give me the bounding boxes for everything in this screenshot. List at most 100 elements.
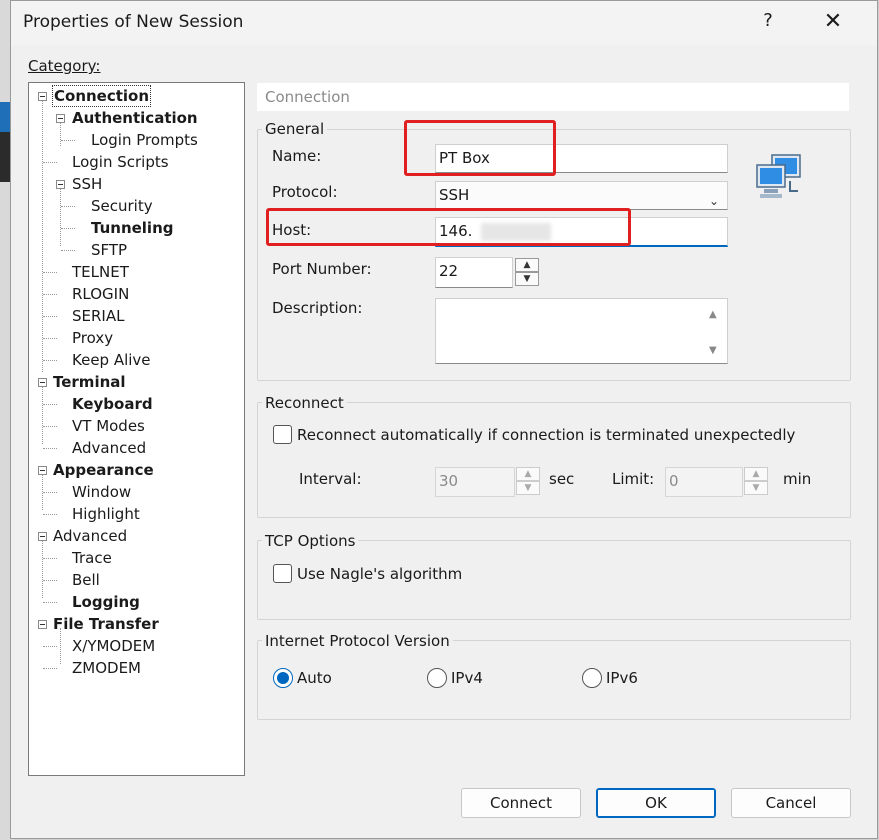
- tree-item-window[interactable]: Window: [72, 482, 131, 502]
- section-header: Connection: [257, 83, 849, 111]
- spin-down-icon[interactable]: ▼: [744, 481, 768, 495]
- limit-field[interactable]: 0: [665, 467, 743, 497]
- tree-item-keyboard[interactable]: Keyboard: [72, 394, 153, 414]
- reconnect-checkbox[interactable]: [273, 425, 292, 444]
- tree-item-security[interactable]: Security: [91, 196, 153, 216]
- tree-guide-line: [60, 188, 61, 246]
- scroll-up-icon[interactable]: ▲: [709, 309, 717, 320]
- port-field[interactable]: 22: [435, 257, 513, 288]
- tree-item-connection[interactable]: Connection: [51, 85, 152, 107]
- description-field[interactable]: ▲ ▼: [435, 298, 728, 364]
- tree-item-file-transfer[interactable]: File Transfer: [53, 614, 159, 634]
- tree-collapse-icon[interactable]: [38, 620, 47, 629]
- radio-ipv4-label[interactable]: IPv4: [451, 669, 483, 687]
- close-button[interactable]: ✕: [821, 9, 845, 34]
- nagle-checkbox[interactable]: [273, 564, 292, 583]
- ip-version-group: [257, 640, 851, 720]
- tree-collapse-icon[interactable]: [56, 114, 65, 123]
- nagle-checkbox-label[interactable]: Use Nagle's algorithm: [297, 565, 462, 583]
- radio-auto-label[interactable]: Auto: [297, 669, 332, 687]
- tree-collapse-icon[interactable]: [56, 180, 65, 189]
- tree-item-terminal[interactable]: Terminal: [53, 372, 126, 392]
- spin-up-icon[interactable]: ▲: [515, 258, 539, 272]
- spin-down-icon[interactable]: ▼: [516, 481, 540, 495]
- tree-guide-line: [42, 540, 43, 598]
- tree-collapse-icon[interactable]: [38, 532, 47, 541]
- title-bar: Properties of New Session ? ✕: [11, 1, 877, 45]
- tree-item-serial[interactable]: SERIAL: [72, 306, 124, 326]
- tree-item-trace[interactable]: Trace: [72, 548, 112, 568]
- tree-item-x-ymodem[interactable]: X/YMODEM: [72, 636, 155, 656]
- spin-up-icon[interactable]: ▲: [516, 467, 540, 481]
- category-tree[interactable]: Connection Authentication Login Prompts Log…: [28, 82, 245, 776]
- tree-guide-line: [43, 514, 57, 515]
- spin-down-icon[interactable]: ▼: [515, 272, 539, 286]
- tree-collapse-icon[interactable]: [38, 378, 47, 387]
- interval-label: Interval:: [299, 470, 362, 488]
- radio-ipv6-label[interactable]: IPv6: [606, 669, 638, 687]
- tree-guide-line: [43, 580, 57, 581]
- tree-item-tunneling[interactable]: Tunneling: [91, 218, 174, 238]
- protocol-dropdown[interactable]: SSH ⌄: [435, 181, 728, 210]
- ip-version-group-label: Internet Protocol Version: [262, 632, 453, 650]
- cancel-button[interactable]: Cancel: [731, 788, 851, 818]
- window-title: Properties of New Session: [23, 12, 244, 32]
- help-button[interactable]: ?: [756, 10, 780, 31]
- tree-item-sftp[interactable]: SFTP: [91, 240, 127, 260]
- tree-guide-line: [61, 206, 75, 207]
- tree-guide-line: [43, 360, 57, 361]
- limit-label: Limit:: [612, 470, 655, 488]
- tree-guide-line: [43, 602, 57, 603]
- tree-item-proxy[interactable]: Proxy: [72, 328, 113, 348]
- protocol-value: SSH: [439, 186, 470, 204]
- tree-guide-line: [43, 316, 57, 317]
- radio-auto[interactable]: [273, 668, 293, 688]
- tree-guide-line: [43, 646, 57, 647]
- tree-guide-line: [43, 272, 57, 273]
- tree-item-ssh[interactable]: SSH: [72, 174, 102, 194]
- tree-guide-line: [43, 338, 57, 339]
- scroll-down-icon[interactable]: ▼: [709, 345, 717, 356]
- tree-item-keep-alive[interactable]: Keep Alive: [72, 350, 151, 370]
- interval-field[interactable]: 30: [435, 467, 515, 497]
- tree-item-advanced[interactable]: Advanced: [53, 526, 127, 546]
- tree-item-rlogin[interactable]: RLOGIN: [72, 284, 129, 304]
- radio-ipv4[interactable]: [427, 668, 447, 688]
- tree-item-authentication[interactable]: Authentication: [72, 108, 198, 128]
- tree-item-bell[interactable]: Bell: [72, 570, 100, 590]
- interval-unit: sec: [549, 470, 575, 488]
- tree-guide-line: [43, 162, 57, 163]
- tree-item-telnet[interactable]: TELNET: [72, 262, 129, 282]
- reconnect-group: [257, 402, 851, 518]
- tree-item-login-scripts[interactable]: Login Scripts: [72, 152, 169, 172]
- tree-item-login-prompts[interactable]: Login Prompts: [91, 130, 198, 150]
- radio-ipv6[interactable]: [582, 668, 602, 688]
- connect-button[interactable]: Connect: [461, 788, 581, 818]
- interval-spinner[interactable]: ▲ ▼: [516, 467, 540, 495]
- tree-item-advanced[interactable]: Advanced: [72, 438, 146, 458]
- protocol-label: Protocol:: [272, 183, 338, 201]
- tree-item-vt-modes[interactable]: VT Modes: [72, 416, 145, 436]
- tree-collapse-icon[interactable]: [38, 92, 47, 101]
- tree-guide-line: [42, 386, 43, 444]
- port-spinner[interactable]: ▲ ▼: [515, 258, 539, 286]
- limit-spinner[interactable]: ▲ ▼: [744, 467, 768, 495]
- tree-item-logging[interactable]: Logging: [72, 592, 140, 612]
- ok-button[interactable]: OK: [596, 788, 716, 818]
- tree-guide-line: [61, 140, 75, 141]
- tree-item-appearance[interactable]: Appearance: [53, 460, 154, 480]
- tcp-options-group-label: TCP Options: [262, 532, 359, 550]
- port-label: Port Number:: [272, 260, 372, 278]
- chevron-down-icon: ⌄: [708, 194, 719, 208]
- limit-unit: min: [783, 470, 812, 488]
- tree-guide-line: [61, 250, 75, 251]
- properties-dialog: Properties of New Session ? ✕ Category: …: [10, 0, 878, 839]
- reconnect-checkbox-label[interactable]: Reconnect automatically if connection is…: [297, 426, 795, 444]
- tree-item-highlight[interactable]: Highlight: [72, 504, 140, 524]
- tree-guide-line: [43, 426, 57, 427]
- tree-guide-line: [42, 100, 43, 372]
- tree-collapse-icon[interactable]: [38, 466, 47, 475]
- spin-up-icon[interactable]: ▲: [744, 467, 768, 481]
- tree-item-zmodem[interactable]: ZMODEM: [72, 658, 141, 678]
- tree-guide-line: [43, 404, 57, 405]
